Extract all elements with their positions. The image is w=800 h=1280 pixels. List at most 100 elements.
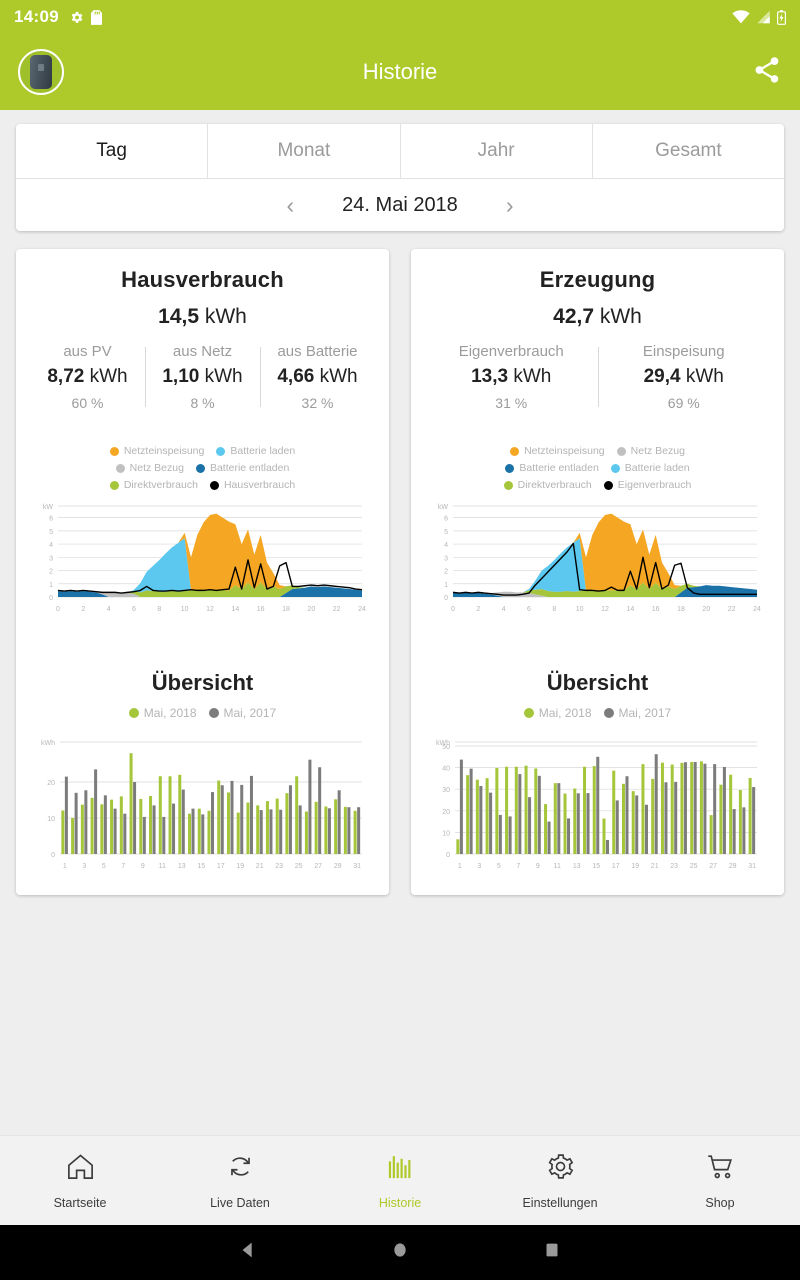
legend-item: Hausverbrauch: [209, 479, 295, 491]
home-button[interactable]: [389, 1239, 411, 1266]
svg-text:22: 22: [728, 606, 736, 613]
legend-item: Mai, 2018: [128, 706, 197, 720]
nav-live-daten[interactable]: Live Daten: [160, 1151, 320, 1210]
svg-text:13: 13: [573, 863, 581, 870]
share-icon[interactable]: [752, 55, 782, 90]
svg-text:17: 17: [612, 863, 620, 870]
avatar[interactable]: [18, 49, 64, 95]
next-date-button[interactable]: ›: [506, 193, 514, 217]
panel-total-unit: kWh: [204, 305, 247, 328]
legend-item: Batterie laden: [610, 462, 690, 474]
legend-label: Mai, 2017: [618, 706, 672, 720]
split-unit: kWh: [319, 366, 358, 387]
svg-text:27: 27: [314, 863, 322, 870]
app-bar: Historie: [0, 34, 800, 110]
svg-text:21: 21: [256, 863, 264, 870]
device-image: [30, 55, 52, 89]
day-chart-hausverbrauch[interactable]: 0 1 2 3 4 5 6 kW 0 2 4 6 8 10 12 14 16 18 20 22 24: [30, 497, 375, 622]
legend-dot: [109, 446, 119, 456]
svg-text:29: 29: [729, 863, 737, 870]
split-aus-netz: aus Netz 1,10 kWh 8 %: [145, 343, 260, 411]
svg-text:6: 6: [49, 516, 53, 523]
split-aus-batterie: aus Batterie 4,66 kWh 32 %: [260, 343, 375, 411]
day-chart-erzeugung[interactable]: 0 1 2 3 4 5 6 kW 0 2 4 6 8 10 12 14 16 18 20 22 24: [425, 497, 770, 622]
svg-text:16: 16: [652, 606, 660, 613]
svg-text:21: 21: [651, 863, 659, 870]
nav-startseite[interactable]: Startseite: [0, 1151, 160, 1210]
day-chart-legend: Netzteinspeisung Batterie laden Netz Bez…: [30, 445, 375, 491]
svg-text:kWh: kWh: [41, 740, 55, 747]
svg-text:0: 0: [446, 852, 450, 859]
period-tabs: Tag Monat Jahr Gesamt: [16, 124, 784, 178]
legend-item: Direktverbrauch: [503, 479, 592, 491]
split-aus-pv: aus PV 8,72 kWh 60 %: [30, 343, 145, 411]
split-unit: kWh: [513, 366, 552, 387]
panel-total: 14,5 kWh: [30, 305, 375, 329]
tab-gesamt[interactable]: Gesamt: [593, 124, 784, 178]
tab-tag[interactable]: Tag: [16, 124, 209, 178]
svg-text:2: 2: [476, 606, 480, 613]
overview-legend: Mai, 2018 Mai, 2017: [425, 706, 770, 720]
panel-title: Hausverbrauch: [121, 267, 284, 292]
legend-dot: [523, 708, 534, 718]
back-button[interactable]: [237, 1239, 259, 1266]
svg-text:0: 0: [49, 595, 53, 602]
wifi-icon: [732, 10, 750, 24]
overview-legend: Mai, 2018 Mai, 2017: [30, 706, 375, 720]
svg-text:5: 5: [497, 863, 501, 870]
split-value: 29,4 kWh: [602, 366, 767, 388]
legend-item: Netzteinspeisung: [510, 445, 605, 457]
panel-total-unit: kWh: [599, 305, 642, 328]
recents-button[interactable]: [541, 1239, 563, 1266]
split-value: 8,72 kWh: [34, 366, 141, 388]
svg-text:0: 0: [451, 606, 455, 613]
legend-label: Direktverbrauch: [123, 479, 198, 491]
legend-dot: [603, 708, 614, 718]
tab-jahr[interactable]: Jahr: [401, 124, 593, 178]
legend-dot: [128, 708, 139, 718]
nav-shop[interactable]: Shop: [640, 1151, 800, 1210]
legend-dot: [209, 480, 219, 490]
svg-text:1: 1: [49, 582, 53, 589]
svg-text:3: 3: [444, 555, 448, 562]
svg-text:20: 20: [307, 606, 315, 613]
legend-dot: [503, 480, 513, 490]
legend-item: Netz Bezug: [616, 445, 685, 457]
home-icon: [65, 1151, 96, 1187]
svg-text:31: 31: [353, 863, 361, 870]
nav-label: Einstellungen: [522, 1196, 598, 1210]
split-label: Eigenverbrauch: [458, 343, 564, 360]
date-navigator: ‹ 24. Mai 2018 ›: [16, 178, 784, 231]
panel-splits: aus PV 8,72 kWh 60 % aus Netz 1,10 kWh 8…: [30, 343, 375, 411]
legend-item: Mai, 2017: [603, 706, 672, 720]
tab-monat[interactable]: Monat: [208, 124, 401, 178]
svg-text:24: 24: [358, 606, 366, 613]
split-unit: kWh: [685, 366, 724, 387]
prev-date-button[interactable]: ‹: [287, 193, 295, 217]
overview-chart-erzeugung[interactable]: 0 10 20 30 40 50 kWh 1 3 5 7 9 11 13 15 17 19 21 23 25 27 29 3…: [425, 734, 770, 879]
svg-text:kW: kW: [43, 504, 54, 511]
overview-chart-hausverbrauch[interactable]: 0 10 20 kWh 1 3 5 7 9 11 13 15 17 19 21 23 25 27 29 31: [30, 734, 375, 879]
split-percent: 69 %: [667, 395, 700, 411]
nav-historie[interactable]: Historie: [320, 1151, 480, 1210]
svg-text:9: 9: [141, 863, 145, 870]
split-percent: 32 %: [301, 395, 334, 411]
overview-title: Übersicht: [546, 670, 649, 695]
current-date-label: 24. Mai 2018: [342, 193, 458, 216]
svg-text:1: 1: [63, 863, 67, 870]
split-unit: kWh: [89, 366, 128, 387]
legend-dot: [510, 446, 520, 456]
svg-text:0: 0: [56, 606, 60, 613]
split-number: 4,66: [277, 366, 315, 387]
svg-text:25: 25: [690, 863, 698, 870]
split-number: 1,10: [162, 366, 200, 387]
nav-einstellungen[interactable]: Einstellungen: [480, 1151, 640, 1210]
legend-label: Batterie laden: [624, 462, 690, 474]
svg-text:29: 29: [334, 863, 342, 870]
gear-icon: [545, 1151, 576, 1187]
split-value: 4,66 kWh: [264, 366, 371, 388]
svg-text:22: 22: [333, 606, 341, 613]
legend-dot: [603, 480, 613, 490]
legend-item: Batterie entladen: [505, 462, 599, 474]
svg-text:1: 1: [444, 582, 448, 589]
